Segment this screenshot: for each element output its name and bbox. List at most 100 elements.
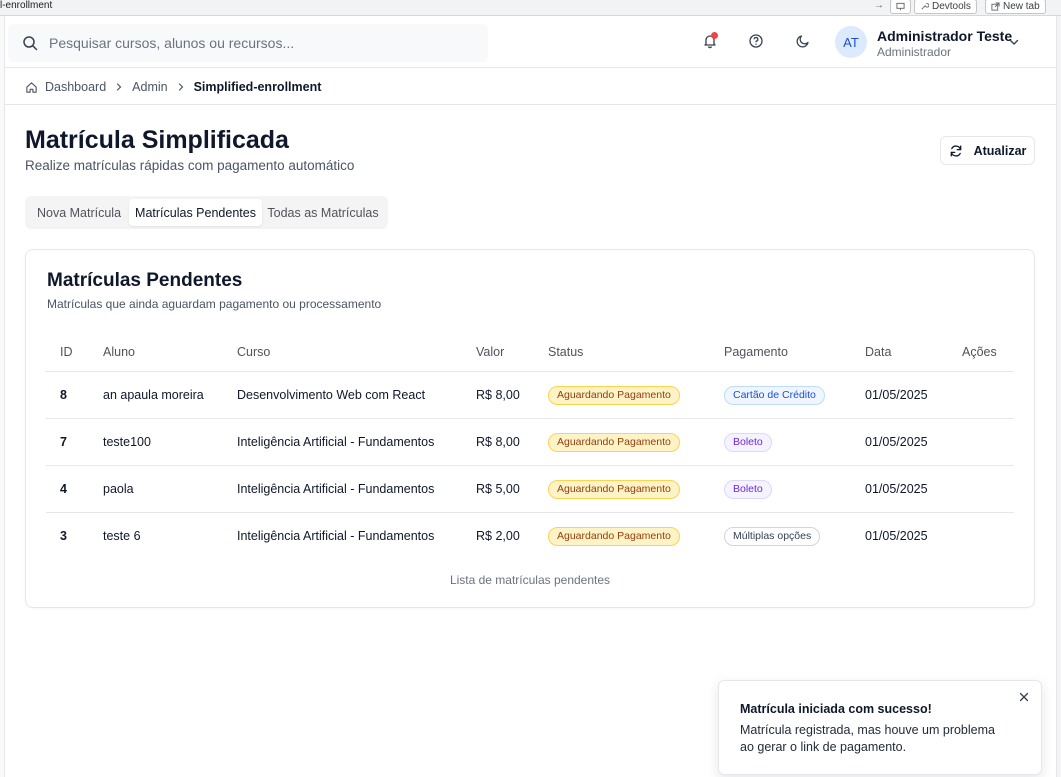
browser-toolbar: l-enrollment → Devtools New tab [0, 0, 1061, 16]
toast-notification: Matrícula iniciada com sucesso! Matrícul… [718, 680, 1042, 775]
monitor-icon [896, 2, 905, 11]
sidebar-edge [0, 16, 5, 777]
cast-button[interactable] [890, 0, 911, 14]
toast-close-button[interactable] [1018, 691, 1030, 703]
breadcrumb-admin[interactable]: Admin [132, 80, 167, 94]
page-subtitle: Realize matrículas rápidas com pagamento… [25, 158, 355, 173]
chevron-right-icon [114, 82, 124, 92]
external-link-icon [991, 2, 1000, 11]
user-role: Administrador [877, 45, 952, 59]
search-icon [23, 36, 38, 51]
browser-url[interactable]: l-enrollment [0, 0, 52, 11]
cell-curso: Inteligência Artificial - Fundamentos [237, 482, 435, 496]
cell-curso: Desenvolvimento Web com React [237, 388, 426, 402]
cell-status: Aguardando Pagamento [548, 466, 680, 512]
moon-icon [796, 35, 809, 48]
card-description: Matrículas que ainda aguardam pagamento … [47, 297, 382, 311]
toast-title: Matrícula iniciada com sucesso! [740, 702, 932, 716]
pending-enrollments-card: Matrículas Pendentes Matrículas que aind… [25, 249, 1035, 608]
new-tab-label: New tab [1003, 1, 1040, 12]
refresh-button[interactable]: Atualizar [940, 136, 1035, 165]
status-badge: Aguardando Pagamento [548, 526, 680, 546]
cell-pagamento: Cartão de Crédito [724, 372, 825, 418]
cell-id: 4 [60, 482, 67, 496]
payment-badge: Boleto [724, 479, 772, 499]
breadcrumb: Dashboard Admin Simplified-enrollment [25, 78, 321, 96]
table-row[interactable]: 4 paola Inteligência Artificial - Fundam… [46, 466, 1014, 513]
column-header-acoes: Ações [962, 345, 997, 359]
column-header-pagamento: Pagamento [724, 345, 788, 359]
column-header-status: Status [548, 345, 584, 359]
notification-dot [711, 32, 718, 39]
table-caption: Lista de matrículas pendentes [449, 573, 611, 587]
notifications-button[interactable] [702, 32, 720, 51]
tab-nova-matricula[interactable]: Nova Matrícula [29, 199, 129, 226]
chevron-down-icon [1009, 39, 1019, 45]
cell-data: 01/05/2025 [865, 435, 928, 449]
column-header-valor: Valor [476, 345, 505, 359]
devtools-label: Devtools [932, 1, 971, 12]
user-menu-button[interactable] [1007, 35, 1021, 49]
column-header-curso: Curso [237, 345, 271, 359]
search-box[interactable] [8, 24, 488, 62]
payment-badge: Boleto [724, 432, 772, 452]
cell-valor: R$ 8,00 [476, 388, 520, 402]
cell-valor: R$ 2,00 [476, 529, 520, 543]
page-title: Matrícula Simplificada [25, 126, 289, 154]
help-icon [749, 34, 763, 48]
cell-valor: R$ 5,00 [476, 482, 520, 496]
cell-data: 01/05/2025 [865, 482, 928, 496]
theme-toggle[interactable] [795, 33, 813, 51]
arrow-right-icon[interactable]: → [874, 0, 884, 11]
chevron-right-icon [176, 82, 186, 92]
cell-curso: Inteligência Artificial - Fundamentos [237, 529, 435, 543]
breadcrumb-dashboard[interactable]: Dashboard [45, 80, 106, 94]
top-header: AT Administrador Teste Administrador [5, 16, 1056, 68]
tab-list: Nova Matrícula Matrículas Pendentes Toda… [25, 196, 388, 229]
new-tab-button[interactable]: New tab [985, 0, 1046, 14]
user-name[interactable]: Administrador Teste [877, 28, 1012, 44]
cell-aluno: an apaula moreira [103, 388, 204, 402]
close-icon [1019, 692, 1029, 702]
table-row[interactable]: 7 teste100 Inteligência Artificial - Fun… [46, 419, 1014, 466]
cell-data: 01/05/2025 [865, 529, 928, 543]
search-input[interactable] [49, 35, 469, 51]
cell-valor: R$ 8,00 [476, 435, 520, 449]
help-button[interactable] [748, 33, 766, 51]
table-row[interactable]: 8 an apaula moreira Desenvolvimento Web … [46, 372, 1014, 419]
divider [5, 104, 1056, 105]
tab-matriculas-pendentes[interactable]: Matrículas Pendentes [129, 199, 262, 226]
cell-status: Aguardando Pagamento [548, 513, 680, 559]
payment-badge: Cartão de Crédito [724, 385, 825, 405]
avatar[interactable]: AT [835, 26, 867, 58]
tab-todas-matriculas[interactable]: Todas as Matrículas [262, 199, 384, 226]
card-title: Matrículas Pendentes [47, 270, 243, 291]
status-badge: Aguardando Pagamento [548, 385, 680, 405]
cell-curso: Inteligência Artificial - Fundamentos [237, 435, 435, 449]
column-header-aluno: Aluno [103, 345, 135, 359]
cell-pagamento: Boleto [724, 466, 772, 512]
column-header-data: Data [865, 345, 892, 359]
home-icon[interactable] [25, 81, 38, 94]
payment-badge: Múltiplas opções [724, 526, 821, 546]
wrench-icon [921, 3, 929, 10]
cell-id: 3 [60, 529, 67, 543]
cell-data: 01/05/2025 [865, 388, 928, 402]
table-row[interactable]: 3 teste 6 Inteligência Artificial - Fund… [46, 513, 1014, 560]
column-header-id: ID [60, 345, 73, 359]
devtools-button[interactable]: Devtools [914, 0, 977, 14]
cell-aluno: teste 6 [103, 529, 141, 543]
scrollbar[interactable] [1056, 16, 1061, 777]
cell-status: Aguardando Pagamento [548, 372, 680, 418]
cell-pagamento: Boleto [724, 419, 772, 465]
cell-aluno: paola [103, 482, 134, 496]
cell-aluno: teste100 [103, 435, 151, 449]
cell-pagamento: Múltiplas opções [724, 513, 821, 559]
cell-status: Aguardando Pagamento [548, 419, 680, 465]
refresh-label: Atualizar [973, 143, 1027, 158]
status-badge: Aguardando Pagamento [548, 479, 680, 499]
cell-id: 8 [60, 388, 67, 402]
toast-message: Matrícula registrada, mas houve um probl… [740, 723, 995, 754]
status-badge: Aguardando Pagamento [548, 432, 680, 452]
refresh-icon [950, 144, 961, 157]
